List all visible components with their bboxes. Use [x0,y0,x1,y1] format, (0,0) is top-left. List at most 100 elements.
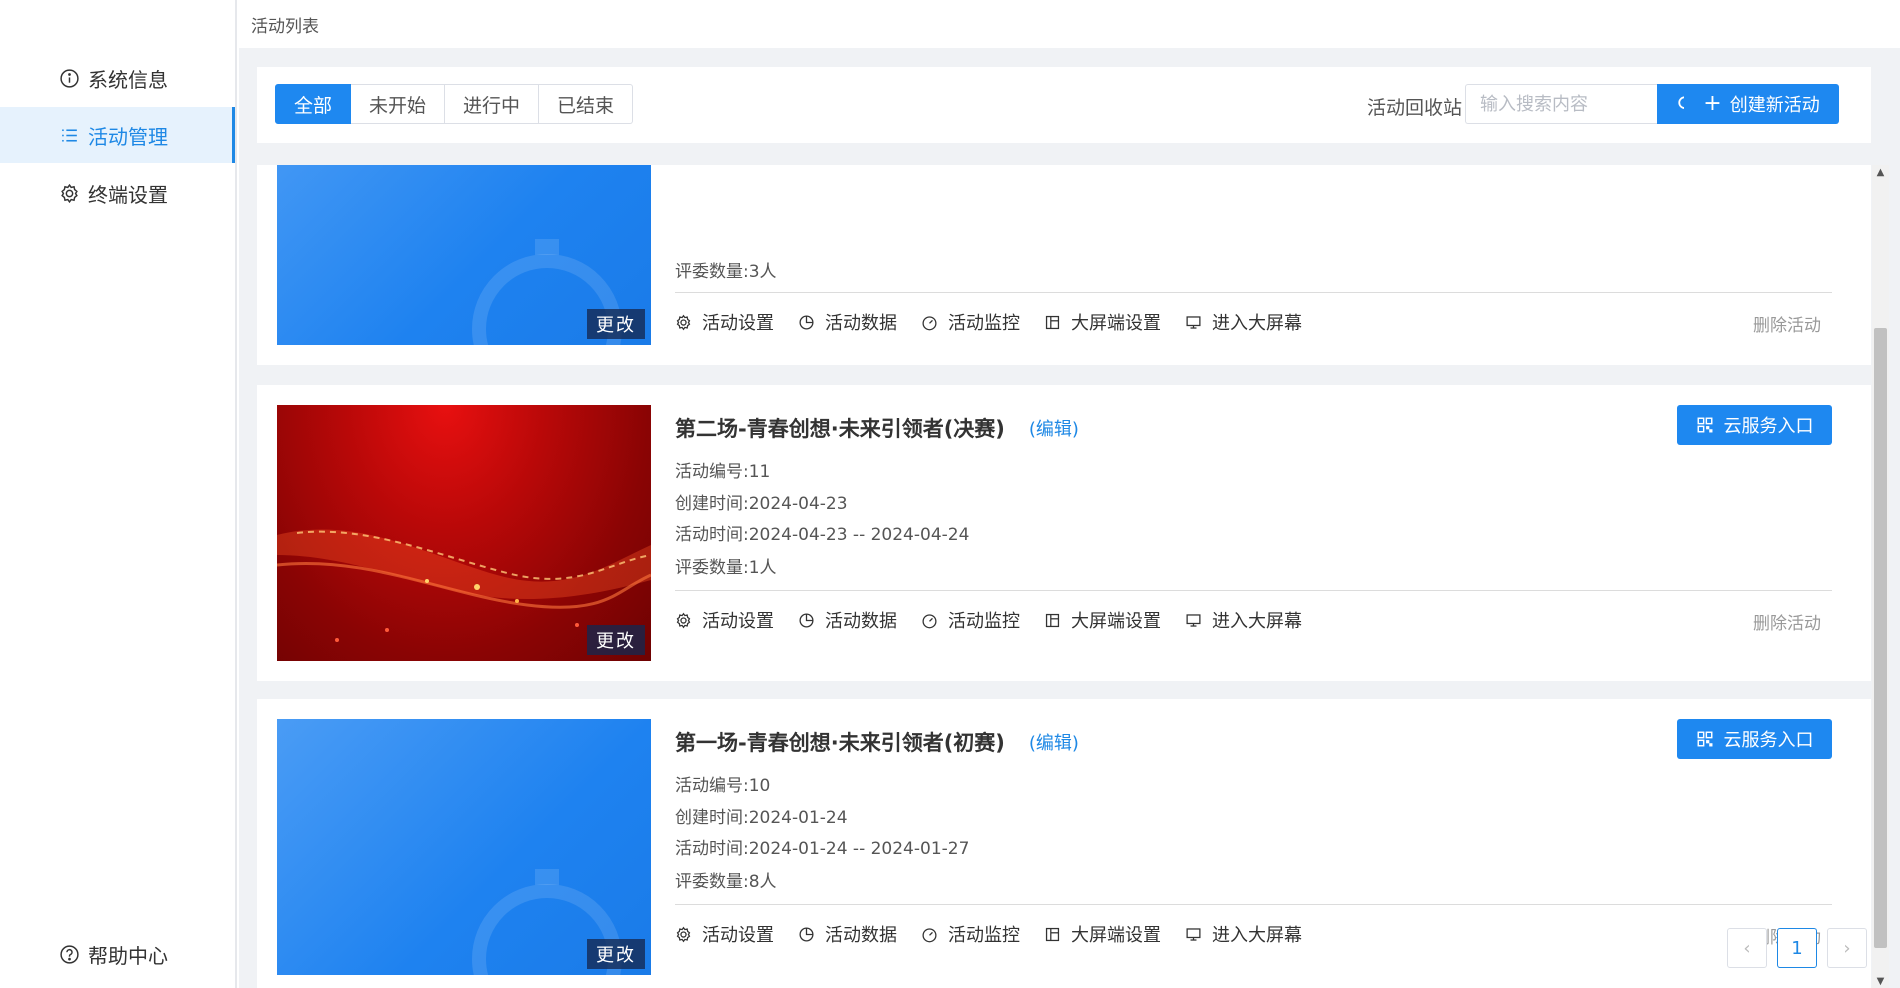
card-actions: 活动设置 活动数据 活动监控 大屏端设置 进入大屏幕 [675,921,1326,947]
delete-activity-link[interactable]: 删除活动 [1753,609,1821,634]
cloud-service-label: 云服务入口 [1723,416,1814,437]
sidebar-item-help-center[interactable]: 帮助中心 [0,926,235,982]
activity-title-row: 第一场-青春创想·未来引领者(初赛) (编辑) [675,727,1079,757]
judges-count: 评委数量:8人 [675,872,777,892]
sidebar-item-label: 活动管理 [88,124,168,149]
created-date: 创建时间:2024-01-24 [675,808,848,828]
dashboard-icon [922,927,937,942]
toolbar: 全部 未开始 进行中 已结束 活动回收站 + 创建新活动 [257,67,1871,143]
gear-icon [58,182,80,204]
activity-settings-button[interactable]: 活动设置 [675,309,774,335]
layout-icon [1045,927,1060,941]
filter-in-progress-button[interactable]: 进行中 [445,84,540,124]
activity-thumbnail: 更改 [277,719,651,975]
activity-title-row: 第二场-青春创想·未来引领者(决赛) (编辑) [675,413,1079,443]
card-divider [675,904,1832,905]
scroll-up-arrow-icon[interactable]: ▲ [1872,165,1889,179]
activity-period: 活动时间:2024-04-23 -- 2024-04-24 [675,525,970,545]
activity-list: 更改 评委数量:3人 活动设置 活动数据 活动监控 大屏端设置 进入大屏幕 删除… [239,165,1900,988]
dashboard-icon [922,613,937,628]
change-thumbnail-button[interactable]: 更改 [587,625,645,655]
sidebar-item-terminal-settings[interactable]: 终端设置 [0,165,235,221]
activity-data-button[interactable]: 活动数据 [798,921,897,947]
activity-settings-button[interactable]: 活动设置 [675,607,774,633]
screen-settings-button[interactable]: 大屏端设置 [1044,921,1161,947]
activity-card: 更改 评委数量:3人 活动设置 活动数据 活动监控 大屏端设置 进入大屏幕 删除… [257,165,1871,365]
qrcode-icon [1697,731,1712,747]
gear-icon [676,612,691,628]
activity-settings-button[interactable]: 活动设置 [675,921,774,947]
breadcrumb-bar: 活动列表 [239,0,1900,48]
sidebar-item-label: 系统信息 [88,67,168,92]
screen-settings-button[interactable]: 大屏端设置 [1044,607,1161,633]
filter-all-button[interactable]: 全部 [275,84,352,124]
card-actions: 活动设置 活动数据 活动监控 大屏端设置 进入大屏幕 [675,309,1326,335]
created-date: 创建时间:2024-04-23 [675,494,848,514]
qrcode-icon [1697,417,1712,433]
change-thumbnail-button[interactable]: 更改 [587,309,645,339]
scroll-down-arrow-icon[interactable]: ▼ [1872,974,1889,988]
activity-thumbnail: 更改 [277,165,651,345]
monitor-icon [1186,613,1201,627]
monitor-icon [1186,315,1201,329]
layout-icon [1045,315,1060,329]
sidebar-item-label: 终端设置 [88,182,168,207]
judges-count: 评委数量:1人 [675,558,777,578]
page-button-current[interactable]: 1 [1777,928,1817,968]
pie-chart-icon [799,612,814,628]
activity-data-button[interactable]: 活动数据 [798,607,897,633]
enter-big-screen-button[interactable]: 进入大屏幕 [1185,309,1302,335]
gear-icon [676,926,691,942]
judges-count: 评委数量:3人 [675,262,777,282]
enter-big-screen-button[interactable]: 进入大屏幕 [1185,607,1302,633]
main-content: 活动列表 全部 未开始 进行中 已结束 活动回收站 + 创建新活动 [239,0,1900,988]
gear-icon [676,314,691,330]
activity-monitor-button[interactable]: 活动监控 [921,309,1020,335]
recycle-bin-link[interactable]: 活动回收站 [1367,93,1462,120]
scrollbar[interactable]: ▲ ▼ [1872,165,1889,988]
filter-not-started-button[interactable]: 未开始 [351,84,446,124]
dashboard-icon [922,315,937,330]
monitor-icon [1186,927,1201,941]
cloud-service-button[interactable]: 云服务入口 [1677,405,1832,445]
cloud-service-button[interactable]: 云服务入口 [1677,719,1832,759]
screen-settings-button[interactable]: 大屏端设置 [1044,309,1161,335]
red-wave-image [277,529,651,642]
question-icon [58,943,80,965]
enter-big-screen-button[interactable]: 进入大屏幕 [1185,921,1302,947]
create-activity-label: 创建新活动 [1729,95,1820,116]
delete-activity-link[interactable]: 删除活动 [1753,311,1821,336]
list-icon [58,124,80,146]
plus-icon: + [1703,91,1722,116]
activity-title: 第二场-青春创想·未来引领者(决赛) [675,417,1005,441]
activity-card: 更改 第一场-青春创想·未来引领者(初赛) (编辑) 云服务入口 活动编号:10… [257,699,1871,988]
sidebar: 系统信息 活动管理 终端设置 帮助中心 [0,0,237,988]
sidebar-item-activity-management[interactable]: 活动管理 [0,107,235,163]
edit-activity-link[interactable]: (编辑) [1029,415,1079,441]
create-activity-button[interactable]: + 创建新活动 [1684,84,1839,124]
layout-icon [1045,613,1060,627]
card-divider [675,292,1832,293]
activity-monitor-button[interactable]: 活动监控 [921,921,1020,947]
pie-chart-icon [799,314,814,330]
card-actions: 活动设置 活动数据 活动监控 大屏端设置 进入大屏幕 [675,607,1326,633]
filter-ended-button[interactable]: 已结束 [539,84,634,124]
next-page-button[interactable]: › [1827,928,1867,968]
edit-activity-link[interactable]: (编辑) [1029,729,1079,755]
activity-monitor-button[interactable]: 活动监控 [921,607,1020,633]
activity-data-button[interactable]: 活动数据 [798,309,897,335]
activity-card: 更改 第二场-青春创想·未来引领者(决赛) (编辑) 云服务入口 活动编号:11… [257,385,1871,681]
prev-page-button[interactable]: ‹ [1727,928,1767,968]
activity-period: 活动时间:2024-01-24 -- 2024-01-27 [675,839,970,859]
activity-id: 活动编号:11 [675,462,771,482]
scrollbar-thumb[interactable] [1874,328,1887,948]
activity-title: 第一场-青春创想·未来引领者(初赛) [675,731,1005,755]
change-thumbnail-button[interactable]: 更改 [587,939,645,969]
status-filter-group: 全部 未开始 进行中 已结束 [275,84,634,124]
sidebar-item-system-info[interactable]: 系统信息 [0,50,235,106]
search-input[interactable] [1465,84,1657,124]
card-divider [675,590,1832,591]
info-icon [58,67,80,89]
breadcrumb: 活动列表 [251,17,319,37]
cloud-service-label: 云服务入口 [1723,730,1814,751]
